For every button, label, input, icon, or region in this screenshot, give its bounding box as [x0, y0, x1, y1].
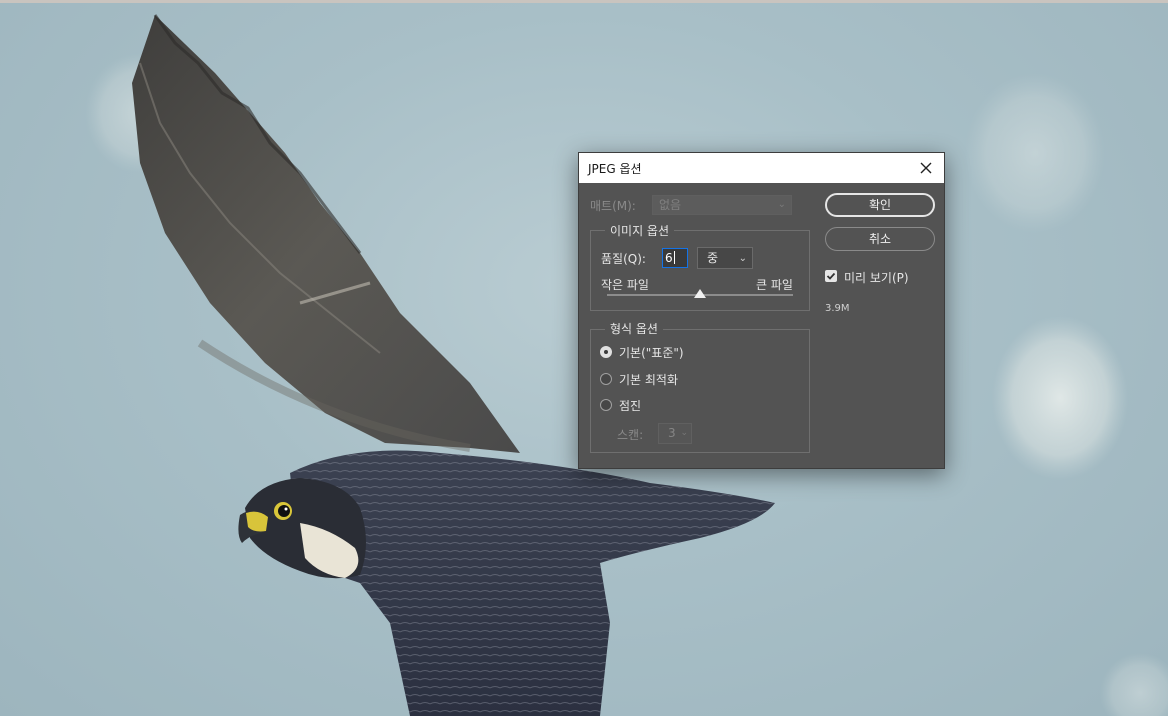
close-icon[interactable]: [915, 157, 937, 179]
ok-button[interactable]: 확인: [825, 193, 935, 217]
file-size-readout: 3.9M: [825, 303, 850, 314]
scan-select: 3 ⌄: [658, 423, 692, 444]
quality-preset-value: 중: [707, 251, 719, 265]
image-options-title: 이미지 옵션: [605, 222, 675, 239]
text-cursor: [673, 251, 675, 264]
scan-value: 3: [668, 426, 676, 440]
scan-label: 스캔:: [617, 428, 644, 442]
baseline-optimized-label[interactable]: 기본 최적화: [619, 371, 678, 388]
jpeg-options-dialog: JPEG 옵션 매트(M): 없음 ⌄ 이미지 옵션 품질(Q): 6 중 ⌄ …: [578, 152, 945, 469]
preview-label[interactable]: 미리 보기(P): [844, 269, 909, 286]
checkmark-icon: [826, 272, 836, 280]
radio-progressive[interactable]: [600, 399, 612, 411]
dialog-titlebar[interactable]: JPEG 옵션: [579, 153, 944, 183]
baseline-standard-label[interactable]: 기본("표준"): [619, 344, 684, 361]
matte-value: 없음: [659, 198, 682, 212]
small-file-label: 작은 파일: [601, 278, 649, 292]
chevron-down-icon: ⌄: [777, 199, 786, 210]
quality-slider-thumb[interactable]: [694, 289, 706, 298]
large-file-label: 큰 파일: [756, 278, 793, 292]
image-options-group: [590, 230, 810, 311]
quality-label: 품질(Q):: [601, 252, 646, 266]
radio-baseline-standard[interactable]: [600, 346, 612, 358]
quality-preset-select[interactable]: 중 ⌄: [697, 247, 753, 269]
format-options-title: 형식 옵션: [605, 320, 663, 337]
matte-label: 매트(M):: [590, 199, 636, 213]
preview-checkbox[interactable]: [825, 270, 837, 282]
chevron-down-icon: ⌄: [680, 428, 688, 438]
radio-baseline-optimized[interactable]: [600, 373, 612, 385]
quality-input[interactable]: 6: [662, 248, 688, 268]
progressive-label[interactable]: 점진: [619, 397, 641, 414]
cancel-button[interactable]: 취소: [825, 227, 935, 251]
chevron-down-icon: ⌄: [738, 253, 747, 264]
dialog-title: JPEG 옵션: [588, 162, 642, 176]
quality-value: 6: [665, 251, 673, 265]
matte-select: 없음 ⌄: [652, 195, 792, 215]
